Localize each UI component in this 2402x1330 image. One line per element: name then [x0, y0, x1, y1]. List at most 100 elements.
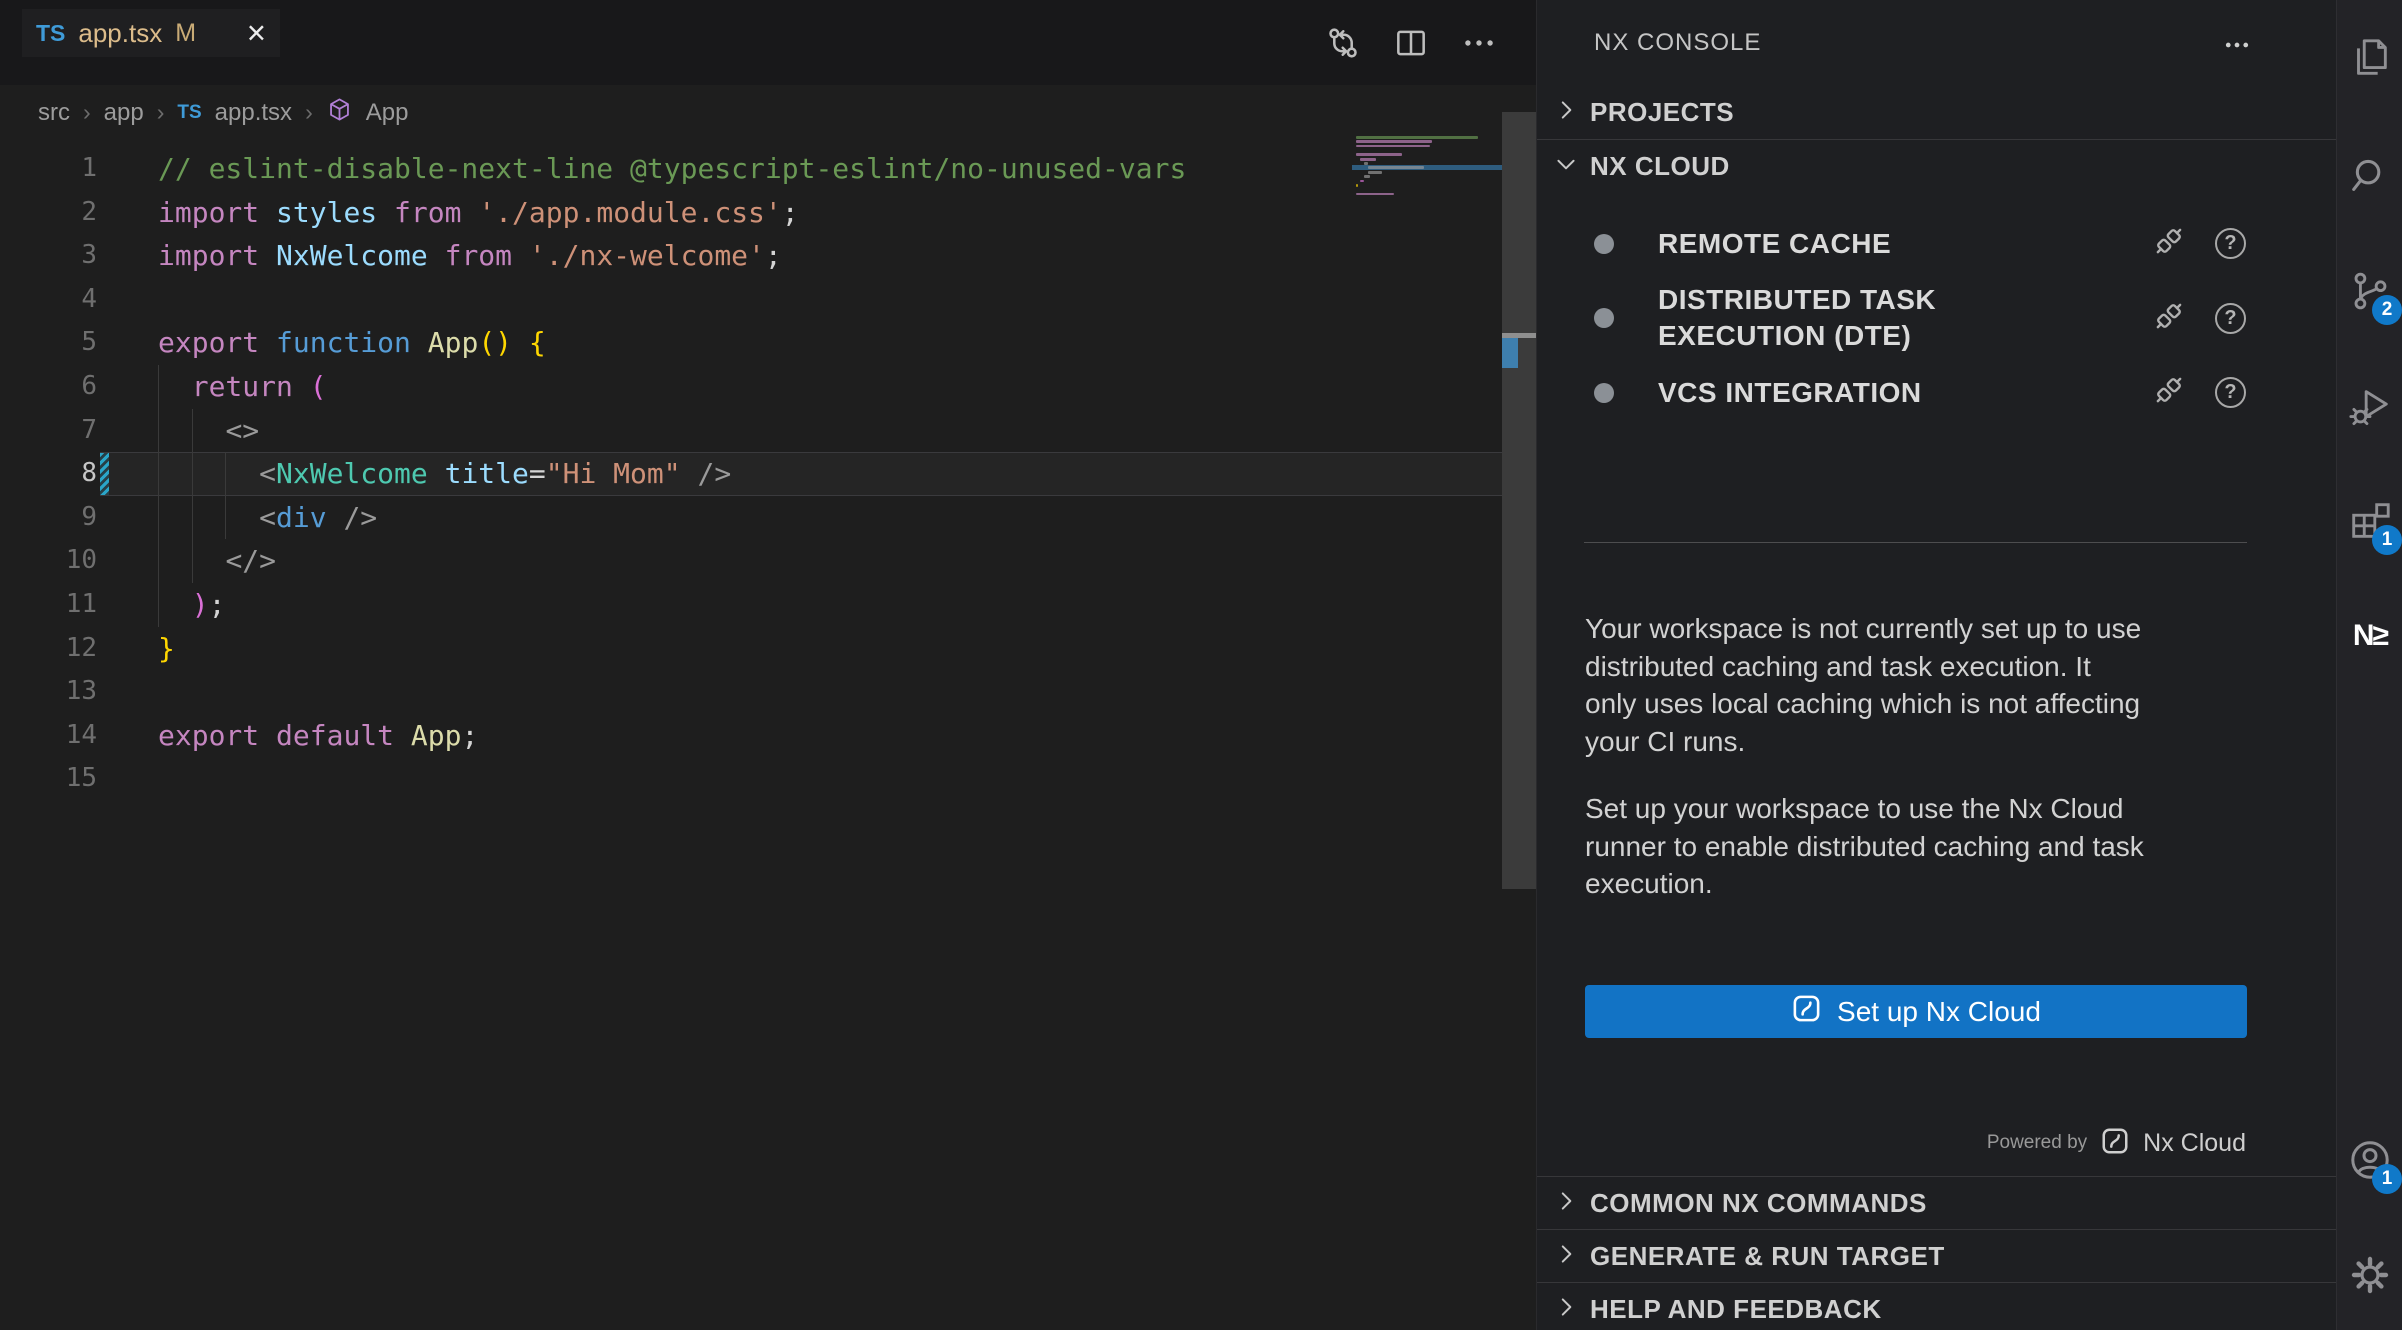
accounts-badge: 1 — [2372, 1164, 2402, 1194]
setup-nx-cloud-button[interactable]: Set up Nx Cloud — [1585, 985, 2247, 1038]
editor-actions — [1324, 0, 1498, 85]
code-text: export default App; — [158, 714, 478, 758]
nx-cloud-item[interactable]: REMOTE CACHE ? — [1537, 223, 2336, 264]
minimap[interactable] — [1352, 136, 1502, 226]
code-text: <NxWelcome title="Hi Mom" /> — [158, 452, 731, 496]
section-label: PROJECTS — [1590, 97, 1734, 128]
section-label: GENERATE & RUN TARGET — [1590, 1241, 1945, 1272]
code-line-15[interactable]: 15 — [0, 757, 1536, 801]
panel-section-header[interactable]: COMMON NX COMMANDS — [1537, 1176, 2336, 1229]
nx-console-panel: NX CONSOLE PROJECTS NX CLOUD REMOTE CACH… — [1536, 0, 2336, 1330]
section-label: COMMON NX COMMANDS — [1590, 1188, 1927, 1219]
code-text: export function App() { — [158, 321, 546, 365]
content-divider — [1584, 542, 2247, 543]
editor-group: TS app.tsx M × — [0, 0, 1536, 1330]
chevron-right-icon — [1553, 1241, 1579, 1272]
line-number: 5 — [0, 321, 97, 365]
code-text: </> — [158, 539, 276, 583]
code-line-14[interactable]: 14 export default App; — [0, 714, 1536, 758]
connect-plug-icon[interactable] — [2151, 372, 2187, 413]
breadcrumb-separator: › — [83, 99, 91, 126]
breadcrumb-file[interactable]: app.tsx — [215, 99, 292, 127]
code-text: // eslint-disable-next-line @typescript-… — [158, 147, 1186, 191]
code-line-12[interactable]: 12} — [0, 627, 1536, 671]
line-number: 8 — [0, 452, 97, 496]
code-line-13[interactable]: 13 — [0, 670, 1536, 714]
activity-bar: 2 1 N≥ 1 — [2336, 0, 2402, 1330]
nx-cloud-item-label: DISTRIBUTED TASK EXECUTION (DTE) — [1658, 282, 2018, 354]
chevron-right-icon — [1553, 97, 1579, 128]
line-number: 2 — [0, 191, 97, 235]
git-modified-badge: M — [175, 19, 196, 48]
line-number: 9 — [0, 496, 97, 540]
more-actions-icon[interactable] — [1460, 24, 1498, 62]
code-line-3[interactable]: 3import NxWelcome from './nx-welcome'; — [0, 234, 1536, 278]
scrollbar-slider[interactable] — [1502, 112, 1536, 889]
section-label: HELP AND FEEDBACK — [1590, 1294, 1882, 1325]
code-line-10[interactable]: 10 </> — [0, 539, 1536, 583]
code-line-5[interactable]: 5 export function App() { — [0, 321, 1536, 365]
setup-button-label: Set up Nx Cloud — [1837, 996, 2041, 1028]
help-question-icon[interactable]: ? — [2215, 377, 2246, 408]
source-control-icon[interactable]: 2 — [2337, 265, 2402, 317]
chevron-right-icon — [1553, 1188, 1579, 1219]
nx-console-icon[interactable]: N≥ — [2337, 610, 2402, 662]
explorer-icon[interactable] — [2337, 32, 2402, 84]
nx-cloud-description: Your workspace is not currently set up t… — [1585, 610, 2265, 933]
section-projects[interactable]: PROJECTS — [1537, 86, 2336, 139]
nx-cloud-logo-icon — [2100, 1126, 2130, 1161]
open-changes-icon[interactable] — [1324, 24, 1362, 62]
nx-cloud-item-label: VCS INTEGRATION — [1658, 375, 2018, 411]
split-editor-icon[interactable] — [1392, 24, 1430, 62]
typescript-file-icon: TS — [177, 102, 201, 124]
line-number: 15 — [0, 757, 97, 801]
extensions-icon[interactable]: 1 — [2337, 495, 2402, 547]
code-line-7[interactable]: 7 <> — [0, 409, 1536, 453]
nx-cloud-item-label: REMOTE CACHE — [1658, 226, 2018, 262]
line-number: 6 — [0, 365, 97, 409]
section-label: NX CLOUD — [1590, 151, 1730, 182]
code-line-11[interactable]: 11 ); — [0, 583, 1536, 627]
tab-bar: TS app.tsx M × — [0, 0, 1536, 85]
code-line-6[interactable]: 6 return ( — [0, 365, 1536, 409]
connect-plug-icon[interactable] — [2151, 298, 2187, 339]
chevron-right-icon — [1553, 1294, 1579, 1325]
code-text: <> — [158, 409, 259, 453]
line-number: 11 — [0, 583, 97, 627]
line-number: 14 — [0, 714, 97, 758]
close-tab-icon[interactable]: × — [247, 18, 266, 48]
line-number: 12 — [0, 627, 97, 671]
symbol-cube-icon — [326, 96, 353, 130]
code-text: <div /> — [158, 496, 377, 540]
search-icon[interactable] — [2337, 150, 2402, 202]
panel-section-header[interactable]: GENERATE & RUN TARGET — [1537, 1229, 2336, 1282]
nx-cloud-item[interactable]: VCS INTEGRATION ? — [1537, 372, 2336, 413]
code-line-2[interactable]: 2 import styles from './app.module.css'; — [0, 191, 1536, 235]
panel-section-header[interactable]: HELP AND FEEDBACK — [1537, 1282, 2336, 1330]
accounts-icon[interactable]: 1 — [2337, 1134, 2402, 1186]
description-paragraph: Your workspace is not currently set up t… — [1585, 610, 2265, 760]
chevron-down-icon — [1553, 151, 1579, 182]
code-line-8[interactable]: 8 <NxWelcome title="Hi Mom" /> — [0, 452, 1536, 496]
nx-cloud-item[interactable]: DISTRIBUTED TASK EXECUTION (DTE) ? — [1537, 282, 2336, 354]
overview-ruler-modified-marker — [1502, 338, 1518, 368]
code-text: return ( — [158, 365, 327, 409]
breadcrumb-src[interactable]: src — [38, 99, 70, 127]
vscode-window: TS app.tsx M × — [0, 0, 2402, 1330]
section-nx-cloud[interactable]: NX CLOUD — [1537, 140, 2336, 193]
breadcrumb-symbol[interactable]: App — [366, 99, 409, 127]
code-line-4[interactable]: 4 — [0, 278, 1536, 322]
breadcrumb-app[interactable]: app — [104, 99, 144, 127]
more-actions-icon[interactable] — [2222, 30, 2252, 65]
settings-gear-icon[interactable] — [2337, 1249, 2402, 1301]
code-line-9[interactable]: 9 <div /> — [0, 496, 1536, 540]
tab-app-tsx[interactable]: TS app.tsx M × — [22, 9, 280, 57]
help-question-icon[interactable]: ? — [2215, 228, 2246, 259]
connect-plug-icon[interactable] — [2151, 223, 2187, 264]
help-question-icon[interactable]: ? — [2215, 303, 2246, 334]
code-line-1[interactable]: 1// eslint-disable-next-line @typescript… — [0, 147, 1536, 191]
code-text: import styles from './app.module.css'; — [158, 191, 799, 235]
status-dot-icon — [1594, 383, 1614, 403]
run-and-debug-icon[interactable] — [2337, 380, 2402, 432]
line-number: 7 — [0, 409, 97, 453]
